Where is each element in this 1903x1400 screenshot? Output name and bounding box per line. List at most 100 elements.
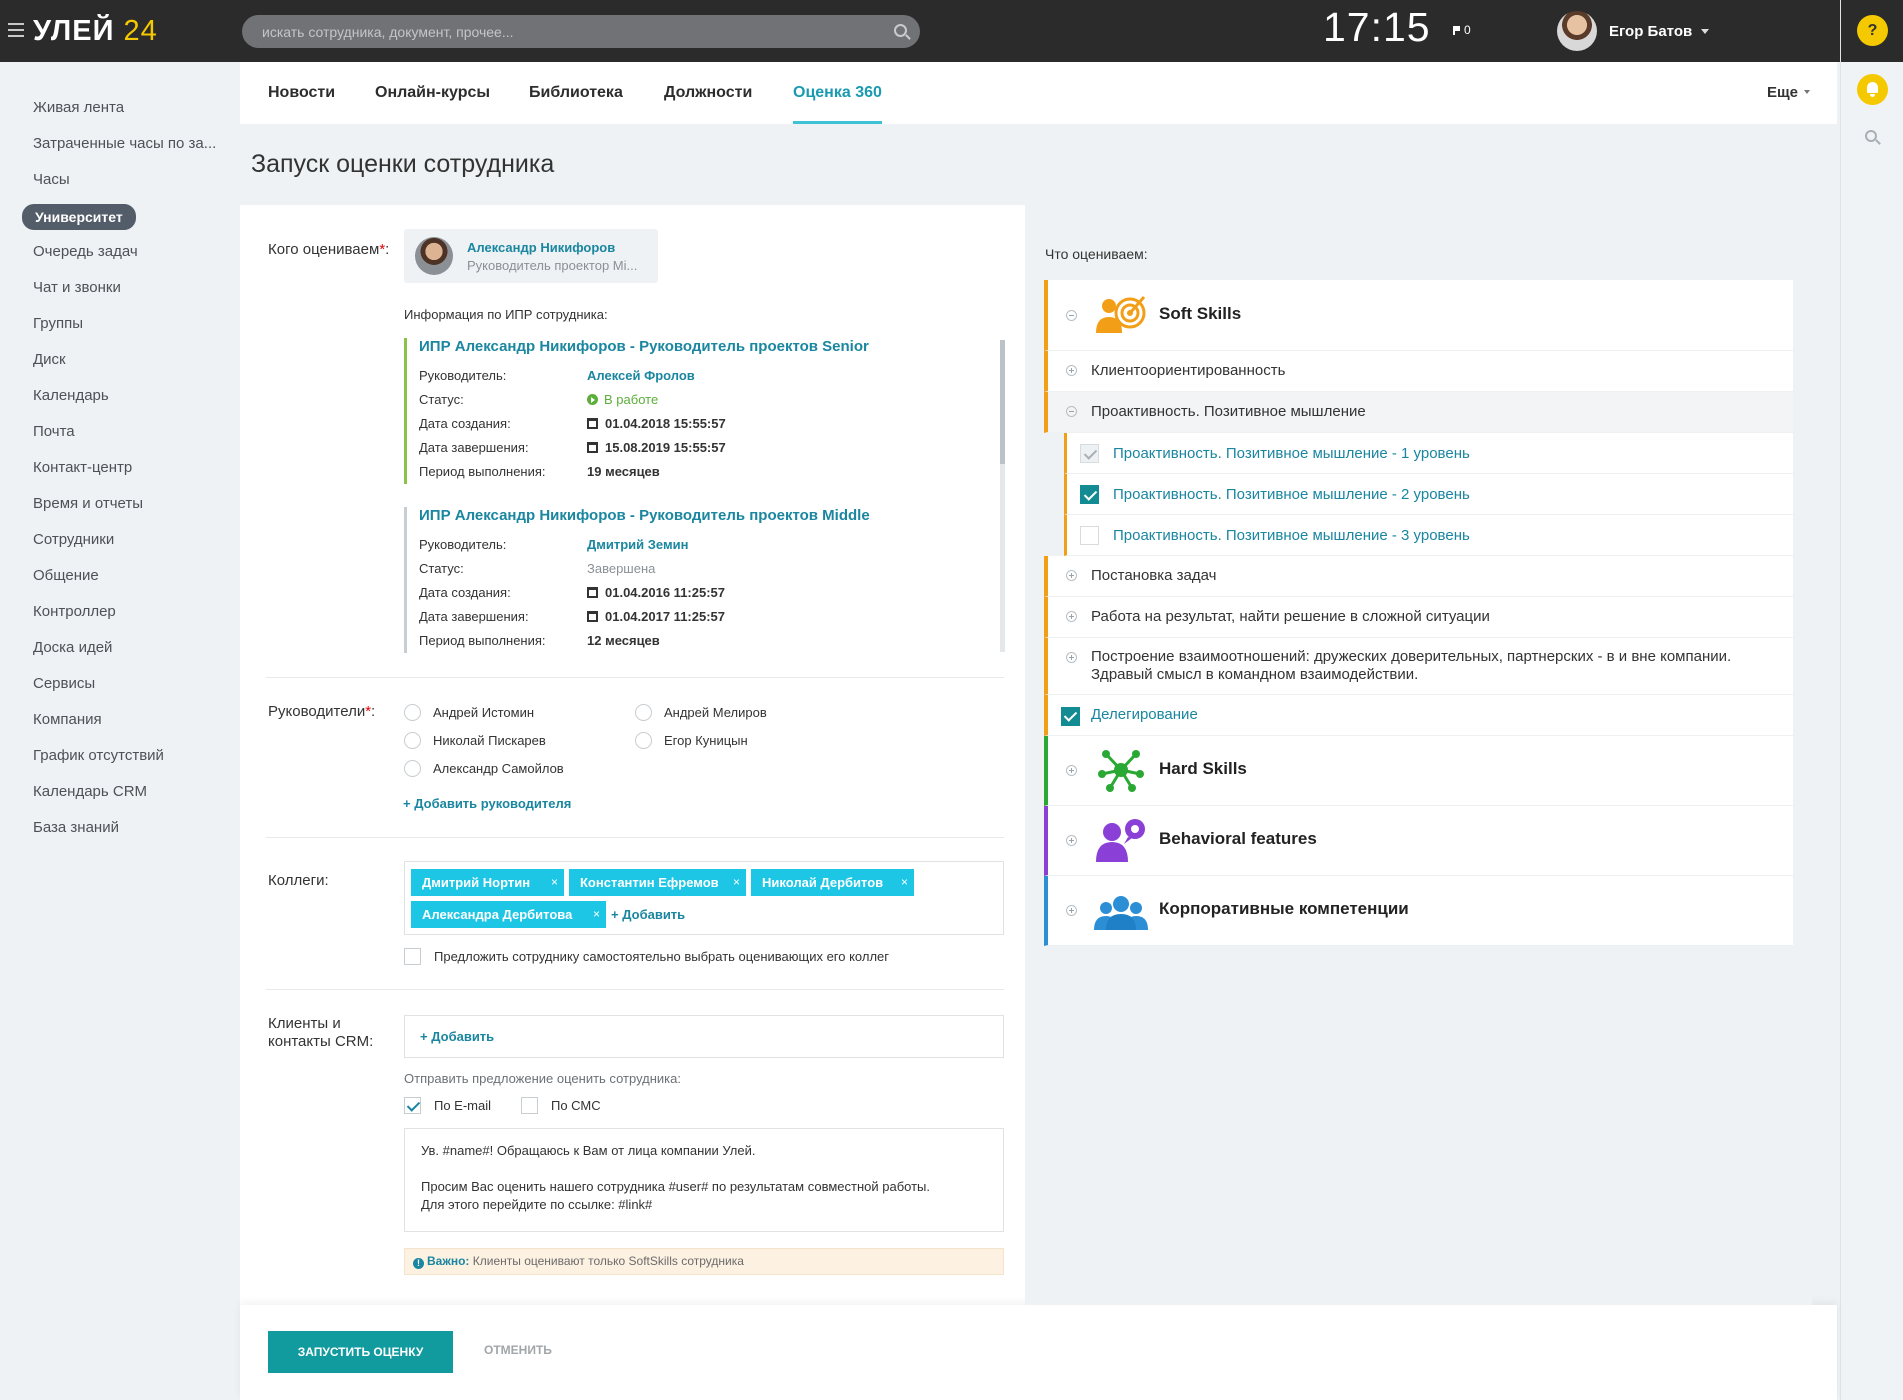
- scrollbar-thumb[interactable]: [1000, 340, 1005, 464]
- ipr-title[interactable]: ИПР Александр Никифоров - Руководитель п…: [419, 507, 1000, 533]
- bell-icon[interactable]: [1857, 74, 1888, 105]
- manager-radio-samoylov[interactable]: Александр Самойлов: [404, 760, 564, 777]
- expand-icon[interactable]: [1066, 765, 1077, 776]
- sidebar-item-time-reports[interactable]: Время и отчеты: [0, 486, 238, 522]
- ipr-title[interactable]: ИПР Александр Никифоров - Руководитель п…: [419, 338, 1000, 364]
- colleagues-box[interactable]: Дмитрий Нортин × Константин Ефремов × Нико…: [404, 861, 1004, 935]
- sidebar-item-live-feed[interactable]: Живая лента: [0, 90, 238, 126]
- ipr-manager-link[interactable]: Дмитрий Земин: [587, 533, 688, 557]
- more-menu[interactable]: Еще: [1767, 62, 1810, 124]
- search-icon[interactable]: [1865, 130, 1877, 142]
- manager-radio-istomin[interactable]: Андрей Истомин: [404, 704, 534, 721]
- expand-icon[interactable]: [1066, 570, 1077, 581]
- sidebar-item-knowledge[interactable]: База знаний: [0, 810, 238, 846]
- sidebar-item-contact-center[interactable]: Контакт-центр: [0, 450, 238, 486]
- radio-circle[interactable]: [404, 704, 421, 721]
- menu-icon[interactable]: [8, 23, 24, 37]
- search-icon[interactable]: [894, 24, 907, 37]
- search-bar[interactable]: [242, 15, 920, 48]
- tab-positions[interactable]: Должности: [664, 62, 752, 124]
- checkbox[interactable]: [521, 1097, 538, 1114]
- sidebar-item-spent-hours[interactable]: Затраченные часы по за...: [0, 126, 238, 162]
- cancel-button[interactable]: ОТМЕНИТЬ: [484, 1343, 552, 1357]
- user-menu[interactable]: Егор Батов: [1557, 11, 1710, 51]
- group-corporate[interactable]: Корпоративные компетенции: [1044, 876, 1793, 946]
- competence-row[interactable]: Построение взаимоотношений: дружеских до…: [1044, 638, 1793, 695]
- close-icon[interactable]: ×: [733, 869, 740, 896]
- expand-icon[interactable]: [1066, 611, 1077, 622]
- level-row[interactable]: Проактивность. Позитивное мышление - 2 у…: [1064, 474, 1793, 515]
- competence-row-checked[interactable]: Делегирование: [1044, 695, 1793, 736]
- colleague-tag[interactable]: Александра Дербитова ×: [411, 901, 606, 928]
- checkbox[interactable]: [1080, 526, 1099, 545]
- sidebar-item-company[interactable]: Компания: [0, 702, 238, 738]
- collapse-icon[interactable]: [1066, 310, 1077, 321]
- tab-assessment-360[interactable]: Оценка 360: [793, 62, 882, 124]
- by-email-checkbox[interactable]: По E-mail: [404, 1097, 491, 1114]
- group-soft-skills[interactable]: Soft Skills: [1044, 280, 1793, 351]
- message-textarea[interactable]: Ув. #name#! Обращаюсь к Вам от лица комп…: [404, 1128, 1004, 1232]
- checkbox-checked[interactable]: [404, 1097, 421, 1114]
- sidebar-item-ideas[interactable]: Доска идей: [0, 630, 238, 666]
- sidebar-item-chat[interactable]: Чат и звонки: [0, 270, 238, 306]
- add-colleague-link[interactable]: + Добавить: [611, 907, 685, 922]
- colleague-tag[interactable]: Дмитрий Нортин ×: [411, 869, 564, 896]
- sidebar-item-employees[interactable]: Сотрудники: [0, 522, 238, 558]
- tab-library[interactable]: Библиотека: [529, 62, 623, 124]
- sidebar-item-university[interactable]: Университет: [0, 198, 238, 234]
- close-icon[interactable]: ×: [551, 869, 558, 896]
- clients-input[interactable]: + Добавить: [404, 1015, 1004, 1058]
- radio-circle[interactable]: [404, 760, 421, 777]
- employee-card[interactable]: Александр Никифоров Руководитель проекто…: [404, 229, 658, 283]
- expand-icon[interactable]: [1066, 652, 1077, 663]
- checkbox-checked[interactable]: [1061, 707, 1080, 726]
- close-icon[interactable]: ×: [593, 901, 600, 928]
- sidebar-item-absence[interactable]: График отсутствий: [0, 738, 238, 774]
- expand-icon[interactable]: [1066, 365, 1077, 376]
- add-manager-link[interactable]: + Добавить руководителя: [403, 796, 571, 811]
- sidebar-item-task-queue[interactable]: Очередь задач: [0, 234, 238, 270]
- sidebar-item-communication[interactable]: Общение: [0, 558, 238, 594]
- sidebar-item-calendar[interactable]: Календарь: [0, 378, 238, 414]
- sidebar-item-services[interactable]: Сервисы: [0, 666, 238, 702]
- group-hard-skills[interactable]: Hard Skills: [1044, 736, 1793, 806]
- expand-icon[interactable]: [1066, 905, 1077, 916]
- sidebar-item-hours[interactable]: Часы: [0, 162, 238, 198]
- sidebar-item-controller[interactable]: Контроллер: [0, 594, 238, 630]
- competence-row[interactable]: Постановка задач: [1044, 556, 1793, 597]
- checkbox-checked[interactable]: [1080, 485, 1099, 504]
- colleague-tag[interactable]: Константин Ефремов ×: [569, 869, 746, 896]
- radio-circle[interactable]: [635, 704, 652, 721]
- checkbox[interactable]: [404, 948, 421, 965]
- competence-row[interactable]: Работа на результат, найти решение в сло…: [1044, 597, 1793, 638]
- sidebar-item-mail[interactable]: Почта: [0, 414, 238, 450]
- expand-icon[interactable]: [1066, 835, 1077, 846]
- sidebar-item-crm-calendar[interactable]: Календарь CRM: [0, 774, 238, 810]
- help-button[interactable]: ?: [1857, 15, 1888, 46]
- collapse-icon[interactable]: [1066, 406, 1077, 417]
- competence-row[interactable]: Клиентоориентированность: [1044, 351, 1793, 392]
- manager-radio-melirov[interactable]: Андрей Мелиров: [635, 704, 767, 721]
- by-sms-checkbox[interactable]: По СМС: [521, 1097, 601, 1114]
- level-row[interactable]: Проактивность. Позитивное мышление - 3 у…: [1064, 515, 1793, 556]
- employee-name[interactable]: Александр Никифоров: [467, 240, 615, 255]
- tab-news[interactable]: Новости: [268, 62, 335, 124]
- add-client-link[interactable]: + Добавить: [420, 1029, 494, 1044]
- flag-counter[interactable]: 0: [1453, 23, 1471, 37]
- logo[interactable]: УЛЕЙ 24: [33, 15, 158, 48]
- tab-online-courses[interactable]: Онлайн-курсы: [375, 62, 490, 124]
- close-icon[interactable]: ×: [901, 869, 908, 896]
- radio-circle[interactable]: [635, 732, 652, 749]
- sidebar-item-groups[interactable]: Группы: [0, 306, 238, 342]
- search-input[interactable]: [242, 15, 920, 48]
- level-row[interactable]: Проактивность. Позитивное мышление - 1 у…: [1064, 433, 1793, 474]
- radio-circle[interactable]: [404, 732, 421, 749]
- ipr-manager-link[interactable]: Алексей Фролов: [587, 364, 695, 388]
- start-assessment-button[interactable]: ЗАПУСТИТЬ ОЦЕНКУ: [268, 1331, 453, 1373]
- sidebar-item-disk[interactable]: Диск: [0, 342, 238, 378]
- competence-row-expanded[interactable]: Проактивность. Позитивное мышление: [1044, 392, 1793, 433]
- manager-radio-piskarev[interactable]: Николай Пискарев: [404, 732, 546, 749]
- colleague-tag[interactable]: Николай Дербитов ×: [751, 869, 914, 896]
- ipr-scrollbar[interactable]: [1000, 340, 1005, 652]
- group-behavioral[interactable]: Behavioral features: [1044, 806, 1793, 876]
